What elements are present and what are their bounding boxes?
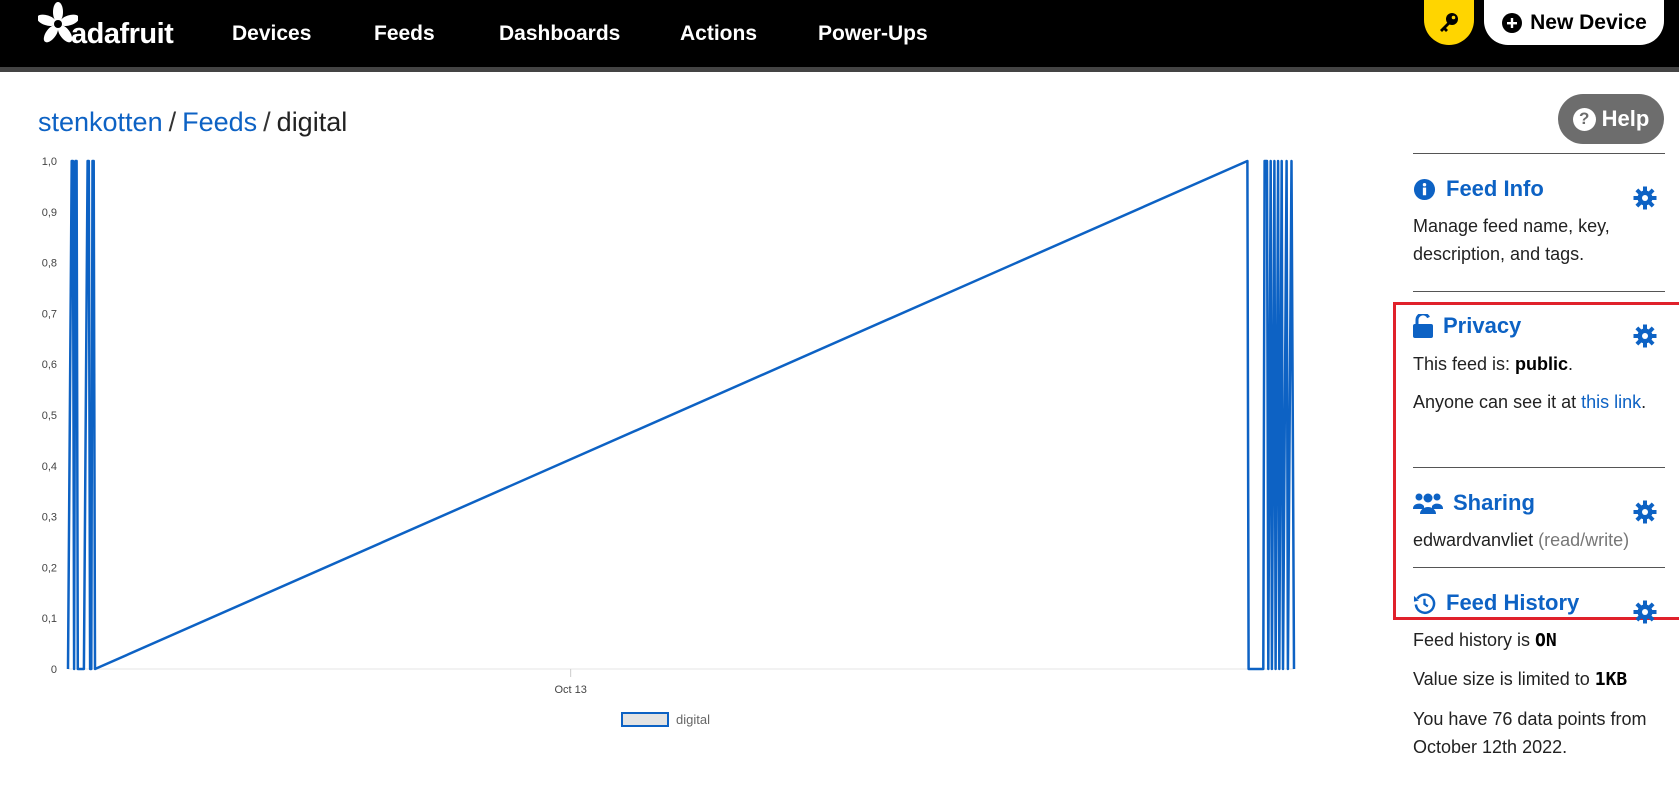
feed-info-text: Manage feed name, key, description, and … xyxy=(1413,216,1610,264)
plus-circle-icon xyxy=(1502,12,1523,33)
feed-history-title: Feed History xyxy=(1446,590,1580,615)
legend-swatch xyxy=(621,712,669,727)
breadcrumb: stenkotten / Feeds / digital xyxy=(38,107,347,138)
y-tick-label: 0,9 xyxy=(42,207,57,219)
info-icon xyxy=(1413,178,1436,200)
divider xyxy=(1413,153,1665,154)
feed-history-gear-icon[interactable] xyxy=(1633,600,1657,624)
history-value: ON xyxy=(1535,630,1557,651)
value-size: 1KB xyxy=(1594,669,1628,690)
feed-info-title: Feed Info xyxy=(1446,176,1544,201)
y-tick-label: 0,4 xyxy=(42,461,57,473)
feed-chart: 1,0 0,9 0,8 0,7 0,6 0,5 0,4 0,3 0,2 0,1 0 Oct 13 dig… xyxy=(42,156,1296,727)
breadcrumb-user[interactable]: stenkotten xyxy=(38,107,163,137)
y-tick-label: 0,6 xyxy=(42,359,57,371)
x-tick-label: Oct 13 xyxy=(554,684,586,696)
y-tick-label: 1,0 xyxy=(42,156,57,168)
y-tick-label: 0,8 xyxy=(42,258,57,270)
y-tick-label: 0,2 xyxy=(42,562,57,574)
nav-power-ups[interactable]: Power-Ups xyxy=(818,22,928,46)
y-tick-label: 0,3 xyxy=(42,512,57,524)
logo-text: adafruit xyxy=(71,18,174,50)
nav-dashboards[interactable]: Dashboards xyxy=(499,22,620,46)
y-tick-label: 0 xyxy=(51,664,57,676)
nav-devices[interactable]: Devices xyxy=(232,22,311,46)
new-device-button[interactable]: New Device xyxy=(1484,0,1664,45)
divider xyxy=(1413,291,1665,292)
new-device-label: New Device xyxy=(1530,10,1647,34)
nav-feeds[interactable]: Feeds xyxy=(374,22,435,46)
nav-stripe xyxy=(0,67,1679,72)
nav-actions[interactable]: Actions xyxy=(680,22,757,46)
question-icon: ? xyxy=(1572,107,1596,131)
legend-label: digital xyxy=(676,712,710,727)
history-icon xyxy=(1413,592,1436,614)
breadcrumb-current: digital xyxy=(276,107,348,137)
highlight-box xyxy=(1393,302,1679,620)
adafruit-logo[interactable]: adafruit xyxy=(38,2,188,50)
help-button[interactable]: ? Help xyxy=(1558,94,1664,144)
series-line-digital xyxy=(66,159,1296,671)
y-tick-label: 0,7 xyxy=(42,308,57,320)
key-icon xyxy=(1440,12,1458,32)
data-point-count: You have 76 data points from October 12t… xyxy=(1413,709,1647,757)
value-size-limit: Value size is limited to 1KB xyxy=(1413,669,1628,690)
breadcrumb-separator: / xyxy=(168,107,177,137)
breadcrumb-separator: / xyxy=(263,107,271,137)
history-status: Feed history is ON xyxy=(1413,630,1557,651)
feed-info-gear-icon[interactable] xyxy=(1633,186,1657,210)
breadcrumb-feeds[interactable]: Feeds xyxy=(182,107,257,137)
y-tick-label: 0,1 xyxy=(42,613,57,625)
feed-history-header[interactable]: Feed History xyxy=(1413,590,1579,616)
y-tick-label: 0,5 xyxy=(42,410,57,422)
help-label: Help xyxy=(1601,106,1650,131)
feed-info-header[interactable]: Feed Info xyxy=(1413,176,1544,202)
